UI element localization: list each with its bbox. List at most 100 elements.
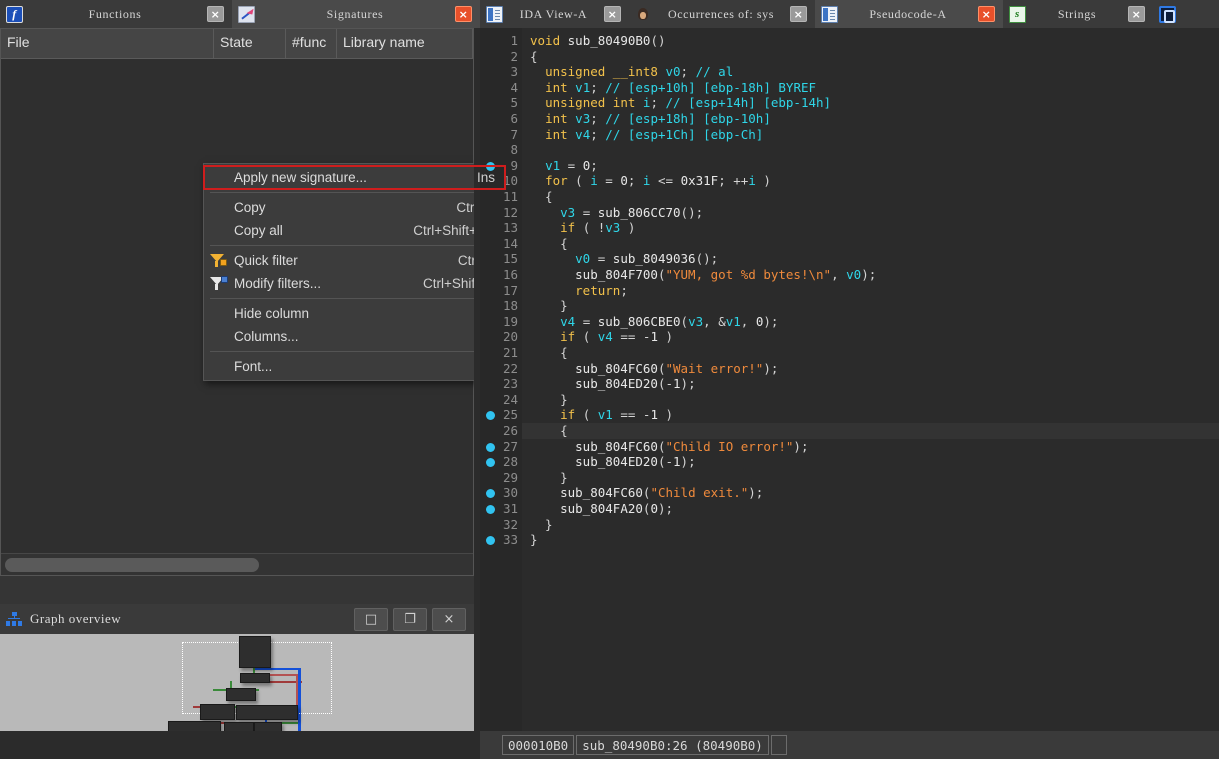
menu-item-font[interactable]: Font... — [204, 355, 505, 378]
code-line[interactable]: } — [522, 532, 1219, 548]
tab-occurrences-of-sys[interactable]: Occurrences of: sys × — [629, 0, 815, 28]
code-token: v4 — [575, 126, 591, 142]
code-token: ( — [575, 407, 598, 423]
menu-item-label: Hide column — [234, 306, 310, 321]
pseudocode-view[interactable]: 1 2 3 4 5 6 7 8 9 10 11 12 13 14 15 16 17 18 19 20 21 22 23 24 2… — [480, 28, 1219, 731]
code-token: = — [590, 251, 613, 267]
tab-close-icon[interactable]: × — [978, 6, 995, 22]
tab-close-icon[interactable]: × — [455, 6, 472, 22]
code-line[interactable]: void sub_80490B0() — [522, 33, 1219, 49]
signatures-horizontal-scrollbar[interactable] — [1, 553, 473, 575]
code-line[interactable]: v4 = sub_806CBE0(v3, &v1, 0); — [522, 314, 1219, 330]
code-line[interactable]: if ( !v3 ) — [522, 220, 1219, 236]
code-line[interactable]: sub_804FA20(0); — [522, 501, 1219, 517]
maximize-button[interactable]: □ — [354, 607, 388, 631]
code-token: , & — [703, 313, 726, 329]
tab-close-icon[interactable]: × — [604, 6, 621, 22]
code-token: 0 — [620, 173, 628, 189]
line-number: 11 — [502, 189, 518, 204]
menu-item-copy[interactable]: CopyCtrl+C — [204, 196, 505, 219]
code-line[interactable]: sub_804FC60("Child IO error!"); — [522, 439, 1219, 455]
graph-node[interactable] — [236, 705, 298, 720]
code-token: ); — [748, 485, 764, 501]
code-line[interactable]: int v1; // [esp+10h] [ebp-18h] BYREF — [522, 80, 1219, 96]
code-line[interactable]: if ( v1 == -1 ) — [522, 407, 1219, 423]
pseudocode-code-area[interactable]: void sub_80490B0(){ unsigned __int8 v0; … — [522, 28, 1219, 731]
column-header-library-name[interactable]: Library name — [337, 29, 473, 58]
menu-item-copy-all[interactable]: Copy all Ctrl+Shift+Ins — [204, 219, 505, 242]
tab-close-icon[interactable]: × — [207, 6, 224, 22]
code-token: = — [560, 157, 583, 173]
column-header-file[interactable]: File — [1, 29, 214, 58]
code-line[interactable]: } — [522, 392, 1219, 408]
code-line[interactable]: v3 = sub_806CC70(); — [522, 205, 1219, 221]
menu-item-apply-new-signature[interactable]: Apply new signature... Ins — [203, 165, 506, 190]
code-line[interactable]: if ( v4 == -1 ) — [522, 329, 1219, 345]
graph-node[interactable] — [226, 688, 256, 701]
code-line[interactable]: sub_804FC60("Child exit."); — [522, 485, 1219, 501]
code-token: ( — [567, 173, 591, 189]
code-line[interactable]: } — [522, 470, 1219, 486]
code-line[interactable]: } — [522, 298, 1219, 314]
code-line[interactable] — [522, 142, 1219, 158]
code-token: int — [545, 126, 576, 142]
code-line[interactable]: { — [522, 345, 1219, 361]
code-token: v1 — [575, 79, 591, 95]
tab-hexview[interactable] — [1153, 0, 1219, 28]
left-tab-bar: f Functions × Signatures × — [0, 0, 480, 28]
code-token: <= — [650, 173, 681, 189]
menu-item-quick-filter[interactable]: Quick filterCtrl+F — [204, 249, 505, 272]
line-marker-dot[interactable] — [486, 505, 495, 514]
code-line[interactable]: unsigned int i; // [esp+14h] [ebp-14h] — [522, 95, 1219, 111]
code-line[interactable]: v1 = 0; — [522, 158, 1219, 174]
code-line[interactable]: { — [522, 423, 1219, 439]
scrollbar-thumb[interactable] — [5, 558, 259, 572]
tab-ida-view-a[interactable]: IDA View-A × — [480, 0, 629, 28]
column-header-state[interactable]: State — [214, 29, 286, 58]
context-menu[interactable]: Apply new signature...Ins CopyCtrl+CCopy … — [203, 163, 506, 381]
code-line[interactable]: sub_804ED20(-1); — [522, 376, 1219, 392]
menu-item-modify-filters[interactable]: Modify filters... Ctrl+Shift+F — [204, 272, 505, 295]
tab-strings[interactable]: s Strings × — [1003, 0, 1153, 28]
tab-signatures[interactable]: Signatures × — [232, 0, 480, 28]
code-line[interactable]: sub_804F700("YUM, got %d bytes!\n", v0); — [522, 267, 1219, 283]
code-token: "Wait error!" — [665, 360, 764, 376]
code-line[interactable]: { — [522, 49, 1219, 65]
menu-item-no-icon — [208, 170, 228, 186]
code-line[interactable]: unsigned __int8 v0; // al — [522, 64, 1219, 80]
head-icon — [635, 6, 652, 23]
code-token: ) — [657, 407, 674, 423]
code-line[interactable]: int v4; // [esp+1Ch] [ebp-Ch] — [522, 127, 1219, 143]
code-token: ( — [575, 329, 598, 345]
code-line[interactable]: v0 = sub_8049036(); — [522, 251, 1219, 267]
tab-close-icon[interactable]: × — [790, 6, 807, 22]
line-marker-dot[interactable] — [486, 442, 495, 452]
line-number: 17 — [502, 282, 518, 298]
code-line[interactable]: { — [522, 236, 1219, 252]
menu-item-hide-column[interactable]: Hide column — [204, 302, 505, 325]
code-line[interactable]: int v3; // [esp+18h] [ebp-10h] — [522, 111, 1219, 127]
code-token: v3 — [560, 204, 576, 220]
code-line[interactable]: { — [522, 189, 1219, 205]
graph-node[interactable] — [239, 636, 271, 668]
code-line[interactable]: sub_804FC60("Wait error!"); — [522, 361, 1219, 377]
menu-item-columns[interactable]: Columns... — [204, 325, 505, 348]
code-token: // al — [695, 64, 734, 80]
line-number: 1 — [510, 33, 518, 48]
code-line[interactable]: sub_804ED20(-1); — [522, 454, 1219, 470]
graph-node[interactable] — [200, 704, 235, 720]
menu-separator — [210, 245, 499, 246]
restore-button[interactable]: ❐ — [393, 607, 427, 631]
close-button[interactable]: × — [432, 607, 466, 631]
tab-close-icon[interactable]: × — [1128, 6, 1145, 22]
code-line[interactable]: } — [522, 517, 1219, 533]
code-token: v0 — [665, 64, 681, 80]
code-line[interactable]: return; — [522, 283, 1219, 299]
tab-pseudocode-a[interactable]: Pseudocode-A × — [815, 0, 1003, 28]
code-token: = — [575, 204, 598, 220]
graph-node[interactable] — [240, 673, 270, 683]
column-header-func[interactable]: #func — [286, 29, 337, 58]
tab-functions[interactable]: f Functions × — [0, 0, 232, 28]
code-line[interactable]: for ( i = 0; i <= 0x31F; ++i ) — [522, 173, 1219, 189]
